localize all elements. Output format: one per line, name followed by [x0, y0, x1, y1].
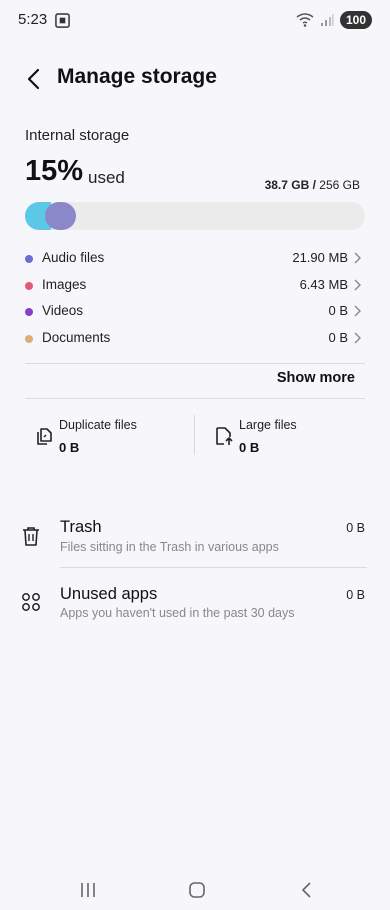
category-size: 21.90 MB [292, 250, 348, 265]
tile-separator [194, 415, 195, 455]
chevron-right-icon [354, 332, 361, 343]
category-label: Documents [42, 329, 111, 345]
divider [60, 567, 367, 568]
used-amount: 38.7 GB [264, 178, 310, 192]
category-row-audio-files[interactable]: Audio files 21.90 MB [0, 247, 390, 274]
page-title: Manage storage [57, 65, 217, 88]
chevron-right-icon [354, 252, 361, 264]
list-item-subtitle: Apps you haven't used in the past 30 day… [60, 606, 295, 620]
usage-bar-segment-lavender [45, 202, 76, 230]
category-label: Audio files [42, 250, 105, 265]
category-size: 6.43 MB [299, 276, 348, 292]
screenshot-icon [55, 13, 70, 28]
trash-item[interactable]: Trash Files sitting in the Trash in vari… [0, 515, 390, 565]
used-percent: 15% [25, 155, 84, 187]
list-item-size: 0 B [346, 588, 365, 602]
duplicate-files-tile[interactable]: Duplicate files 0 B [33, 413, 183, 463]
recent-apps-icon[interactable] [77, 879, 99, 901]
unused-apps-item[interactable]: Unused apps Apps you haven't used in the… [0, 582, 390, 632]
used-label: used [88, 168, 125, 187]
total-capacity: 256 GB [319, 178, 360, 192]
battery-badge: 100 [339, 11, 372, 29]
large-files-icon [216, 427, 233, 445]
apps-icon [22, 593, 40, 611]
category-label: Images [42, 276, 87, 292]
category-label: Videos [42, 303, 84, 318]
storage-usage-bar [25, 202, 365, 230]
tile-value: 0 B [239, 440, 260, 455]
app-header: Manage storage [0, 62, 390, 96]
category-size: 0 B [328, 329, 348, 345]
signal-icon [320, 14, 334, 26]
tile-label: Large files [239, 418, 297, 432]
category-dot [25, 281, 33, 290]
capacity-separator: / [309, 178, 320, 192]
chevron-right-icon [354, 305, 361, 317]
trash-icon [23, 527, 39, 546]
list-item-title: Unused apps [60, 585, 158, 603]
back-arrow-icon[interactable] [22, 66, 48, 92]
divider [25, 363, 365, 364]
category-dot [25, 308, 33, 316]
back-icon[interactable] [296, 879, 318, 901]
duplicate-files-icon [37, 428, 52, 445]
tile-label: Duplicate files [59, 418, 137, 432]
capacity-text: 38.7 GB / 256 GB [265, 178, 360, 192]
wifi-icon [296, 13, 314, 27]
list-item-size: 0 B [346, 521, 365, 535]
status-time: 5:23 [18, 11, 48, 28]
category-row-images[interactable]: Images 6.43 MB [0, 274, 390, 301]
system-navigation-bar [0, 870, 390, 910]
category-row-videos[interactable]: Videos 0 B [0, 300, 390, 327]
list-item-subtitle: Files sitting in the Trash in various ap… [60, 540, 279, 554]
large-files-tile[interactable]: Large files 0 B [213, 413, 363, 463]
list-item-title: Trash [60, 518, 102, 536]
category-dot [25, 255, 33, 263]
category-list: Audio files 21.90 MB Images 6.43 MB Vide… [0, 247, 390, 353]
internal-storage-label: Internal storage [25, 127, 130, 144]
category-row-documents[interactable]: Documents 0 B [0, 327, 390, 354]
status-bar: 5:23 100 [0, 0, 390, 42]
show-more-button[interactable]: Show more [277, 370, 355, 386]
tile-value: 0 B [59, 440, 80, 455]
home-icon[interactable] [186, 879, 208, 901]
category-size: 0 B [328, 303, 348, 318]
divider [25, 398, 365, 399]
category-dot [25, 334, 33, 343]
chevron-right-icon [354, 279, 361, 290]
